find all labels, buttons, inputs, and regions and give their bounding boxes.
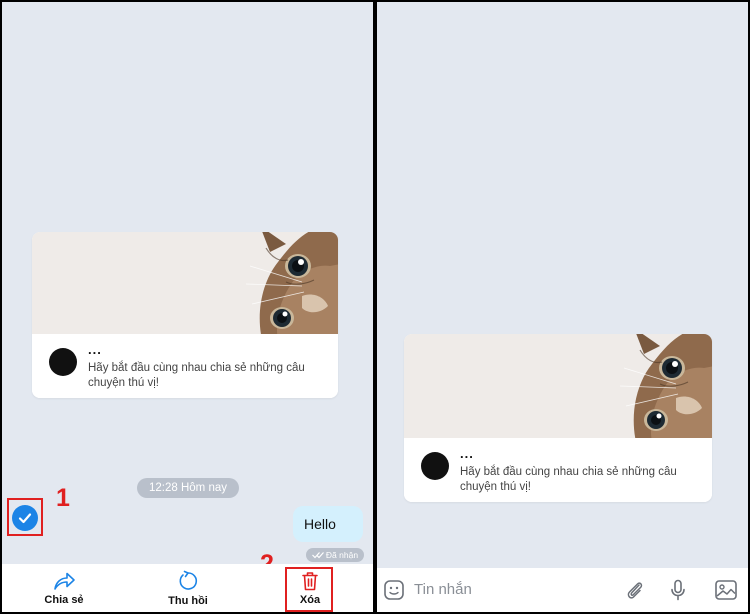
delete-button[interactable]: Xóa [270,564,350,612]
right-chat-pane: ... Hãy bắt đầu cùng nhau chia sẻ những … [377,2,748,612]
share-label: Chia sẻ [44,593,84,606]
welcome-description: Hãy bắt đầu cùng nhau chia sẻ những câu … [460,466,677,493]
double-check-icon [311,552,324,559]
welcome-card-body: ... Hãy bắt đầu cùng nhau chia sẻ những … [404,438,712,502]
contact-name: ... [460,446,474,461]
message-select-checkbox[interactable] [12,505,38,531]
cat-illustration [619,334,712,438]
trash-icon [302,571,318,590]
left-chat-pane: ... Hãy bắt đầu cùng nhau chia sẻ những … [2,2,373,612]
welcome-card-banner [32,232,338,334]
recall-button[interactable]: Thu hồi [148,564,228,612]
contact-name: ... [88,342,102,357]
welcome-card: ... Hãy bắt đầu cùng nhau chia sẻ những … [404,334,712,502]
image-icon[interactable] [714,579,738,601]
welcome-description: Hãy bắt đầu cùng nhau chia sẻ những câu … [88,362,305,389]
welcome-card: ... Hãy bắt đầu cùng nhau chia sẻ những … [32,232,338,398]
message-bubble[interactable]: Hello [293,506,363,542]
microphone-icon[interactable] [669,579,687,601]
recall-icon [179,570,198,590]
delete-label: Xóa [299,593,321,606]
screenshot-frame: ... Hãy bắt đầu cùng nhau chia sẻ những … [0,0,750,614]
timestamp-pill: 12:28 Hôm nay [137,478,239,498]
cat-illustration [245,232,338,334]
message-input[interactable]: Tin nhắn [414,568,472,612]
welcome-card-banner [404,334,712,438]
sticker-icon[interactable] [383,579,405,601]
checkmark-icon [18,513,32,524]
message-input-bar: Tin nhắn [377,568,748,612]
welcome-card-body: ... Hãy bắt đầu cùng nhau chia sẻ những … [32,334,338,398]
step-number-1: 1 [56,484,70,512]
recall-label: Thu hồi [168,594,208,607]
message-status-pill: Đã nhận [306,548,364,562]
avatar [421,452,449,480]
avatar [49,348,77,376]
share-icon [54,572,75,590]
message-status-text: Đã nhận [325,550,359,560]
share-button[interactable]: Chia sẻ [24,564,104,612]
message-action-bar: Chia sẻ Thu hồi Xóa [2,564,373,612]
attachment-icon[interactable] [625,579,645,601]
